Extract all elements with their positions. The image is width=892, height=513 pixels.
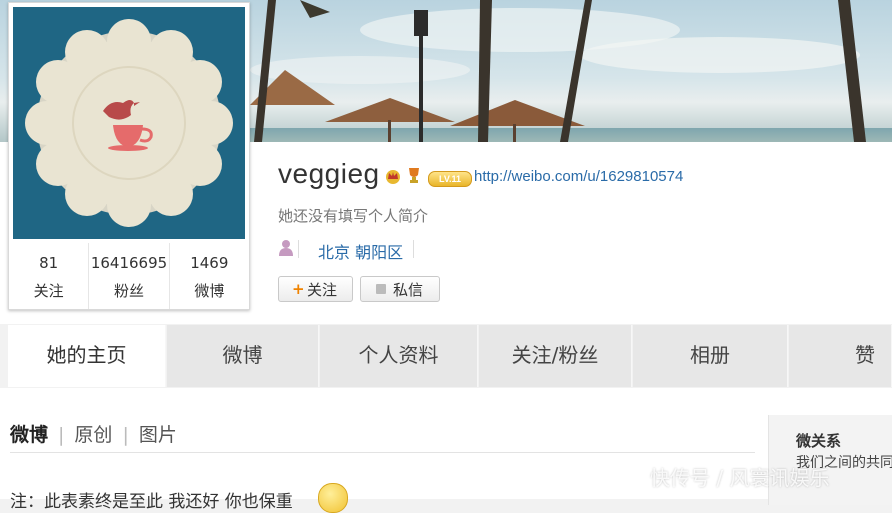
bird-teacup-avatar-icon — [25, 19, 233, 227]
stat-label: 微博 — [194, 282, 225, 300]
sidebar-title: 微关系 — [796, 432, 842, 450]
avatar[interactable] — [13, 7, 245, 239]
divider — [298, 240, 299, 258]
profile-url-link[interactable]: http://weibo.com/u/1629810574 — [474, 168, 683, 185]
tab-label: 相册 — [690, 343, 730, 367]
tab-likes[interactable]: 赞 — [789, 325, 892, 387]
stat-label: 粉丝 — [113, 282, 144, 300]
divider — [413, 240, 414, 258]
stat-value: 1469 — [190, 254, 229, 272]
person-icon — [279, 240, 293, 256]
filter-separator: | — [122, 424, 129, 446]
message-icon — [376, 284, 386, 294]
post-text: 注：此表素终是至此 我还好 你也保重 — [10, 492, 293, 512]
tab-label: 关注/粉丝 — [511, 343, 599, 367]
message-label: 私信 — [393, 281, 424, 299]
tab-home[interactable]: 她的主页 — [8, 325, 166, 387]
smiley-emoji-icon — [318, 483, 348, 513]
stat-posts[interactable]: 1469 微博 — [170, 243, 249, 309]
level-badge[interactable]: LV.11 — [428, 171, 472, 187]
filter-pictures[interactable]: 图片 — [139, 420, 177, 447]
tab-label: 赞 — [855, 343, 875, 367]
username: veggieg — [278, 158, 380, 189]
filter-separator: | — [58, 424, 65, 446]
tab-weibo[interactable]: 微博 — [167, 325, 319, 387]
location-link[interactable]: 北京 朝阳区 — [318, 239, 403, 263]
filter-original[interactable]: 原创 — [74, 420, 112, 447]
stats-bar: 81 关注 16416695 粉丝 1469 微博 — [9, 243, 249, 309]
stat-followers[interactable]: 16416695 粉丝 — [89, 243, 170, 309]
message-button[interactable]: 私信 — [360, 276, 440, 302]
bio-text: 她还没有填写个人简介 — [278, 207, 429, 225]
tab-label: 微博 — [222, 343, 263, 367]
tab-album[interactable]: 相册 — [633, 325, 788, 387]
follow-label: 关注 — [307, 281, 338, 299]
tab-follow-fans[interactable]: 关注/粉丝 — [479, 325, 632, 387]
stat-following[interactable]: 81 关注 — [9, 243, 90, 309]
watermark: 快传号 / 风寰讯娱乐 — [650, 466, 830, 490]
crown-icon[interactable] — [384, 168, 402, 184]
avatar-card: 81 关注 16416695 粉丝 1469 微博 — [8, 2, 250, 310]
filter-all[interactable]: 微博 — [10, 420, 48, 447]
plus-icon: + — [292, 280, 305, 298]
tab-label: 她的主页 — [46, 343, 127, 367]
stat-value: 81 — [39, 254, 59, 272]
feed-filter-nav: 微博 | 原创 | 图片 — [10, 420, 177, 447]
stat-value: 16416695 — [90, 254, 168, 272]
trophy-icon[interactable] — [405, 166, 423, 184]
follow-button[interactable]: 关注 — [278, 276, 353, 302]
stat-label: 关注 — [33, 282, 64, 300]
divider — [10, 452, 755, 453]
tab-label: 个人资料 — [358, 343, 439, 367]
tab-profile-info[interactable]: 个人资料 — [320, 325, 478, 387]
